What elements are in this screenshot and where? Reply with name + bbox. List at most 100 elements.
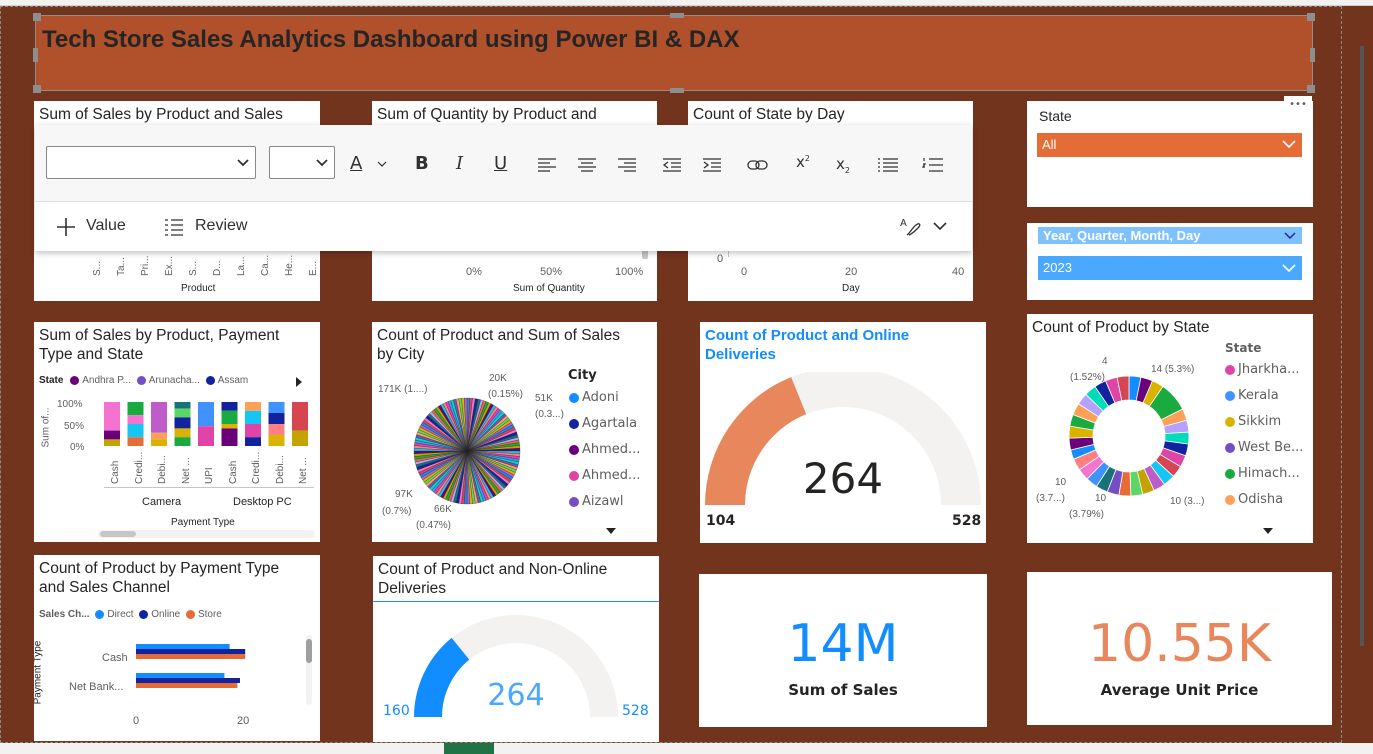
resize-handle[interactable] [670,88,684,93]
legend-scroll-down-icon[interactable] [606,528,616,534]
sales-by-payment-state-chart[interactable]: Sum of Sales by Product, Payment Type and… [34,322,320,542]
column-segment[interactable] [221,424,238,429]
chevron-down-icon[interactable] [377,161,387,167]
review-button[interactable]: Review [195,217,247,235]
align-center-icon[interactable] [577,157,597,173]
legend-dot [569,470,579,481]
column-segment[interactable] [174,417,191,429]
column-segment[interactable] [245,424,261,438]
legend-label: Jharkha... [1238,362,1300,377]
date-hierarchy-header[interactable]: Year, Quarter, Month, Day [1038,227,1302,244]
subscript-icon[interactable]: x2 [836,155,850,175]
bar[interactable] [136,649,246,654]
column-segment[interactable] [245,410,261,424]
column-segment[interactable] [268,402,285,413]
column-segment[interactable] [268,435,285,446]
average-unit-price-card[interactable]: 10.55K Average Unit Price [1027,572,1332,725]
more-options-icon[interactable]: ••• [1284,96,1312,114]
sum-of-sales-card[interactable]: 14M Sum of Sales [699,574,987,727]
state-dropdown[interactable]: All [1037,133,1302,157]
vertical-scrollbar[interactable] [1342,6,1373,743]
superscript-icon[interactable]: x2 [796,153,810,171]
link-icon[interactable] [747,157,769,173]
column-segment[interactable] [151,439,167,446]
horizontal-scrollbar[interactable] [98,530,315,538]
resize-handle[interactable] [1310,48,1315,62]
column-segment[interactable] [127,415,144,424]
spell-check-icon[interactable]: A [899,215,923,239]
column-segment[interactable] [198,426,214,446]
underline-icon[interactable]: U [494,153,507,174]
bar[interactable] [136,654,246,659]
column-segment[interactable] [221,402,238,411]
column-segment[interactable] [174,408,191,418]
pie-plot[interactable] [412,396,522,506]
plus-icon[interactable] [56,217,76,237]
column-segment[interactable] [104,439,120,446]
resize-handle[interactable] [33,85,41,93]
bar[interactable] [136,683,238,688]
column-segment[interactable] [174,428,191,438]
column-segment[interactable] [198,402,214,427]
state-donut-chart[interactable]: Count of Product by State 4 (1.52%) 14 (… [1027,314,1313,543]
legend-next-icon[interactable] [296,377,302,387]
column-segment[interactable] [245,437,261,446]
city-pie-chart[interactable]: Count of Product and Sum of Sales by City… [372,322,657,542]
column-segment[interactable] [174,437,191,446]
state-slicer[interactable]: State All [1027,101,1313,207]
bar[interactable] [136,673,225,678]
column-segment[interactable] [292,430,308,446]
bold-icon[interactable]: B [415,153,429,174]
italic-icon[interactable]: I [456,153,463,174]
align-right-icon[interactable] [617,157,637,173]
resize-handle[interactable] [1307,13,1315,21]
non-online-deliveries-gauge[interactable]: Count of Product and Non-Online Deliverie… [373,556,659,742]
vertical-scrollbar[interactable] [306,635,312,705]
numbered-list-icon[interactable] [922,157,944,173]
date-slicer[interactable]: Year, Quarter, Month, Day 2023 [1027,223,1313,300]
column-segment[interactable] [221,428,238,446]
column-segment[interactable] [292,402,308,431]
column-segment[interactable] [221,410,238,424]
resize-handle[interactable] [670,13,684,18]
align-left-icon[interactable] [537,157,557,173]
column-segment[interactable] [151,432,167,440]
column-segment[interactable] [104,402,120,431]
bullet-list-icon[interactable] [877,157,899,173]
year-dropdown[interactable]: 2023 [1038,256,1302,280]
title-banner[interactable]: Tech Store Sales Analytics Dashboard usi… [33,13,1315,93]
decrease-indent-icon[interactable] [662,157,682,173]
chevron-down-icon[interactable] [933,222,947,231]
column-segment[interactable] [127,402,144,416]
font-size-select[interactable] [269,146,335,179]
payment-channel-bar-chart[interactable]: Count of Product by Payment Type and Sale… [34,555,320,741]
bar[interactable] [136,644,230,649]
bar-plot[interactable] [136,643,256,699]
online-deliveries-gauge[interactable]: Count of Product and Online Deliveries 26… [700,322,986,543]
resize-handle[interactable] [33,13,41,21]
donut-plot[interactable] [1067,374,1191,498]
bar[interactable] [136,678,240,683]
column-segment[interactable] [245,402,261,411]
value-button[interactable]: Value [86,217,126,235]
stacked-column-plot[interactable] [104,402,314,452]
visual-title: Count of State by Day [693,106,845,123]
font-family-select[interactable] [46,146,256,179]
review-list-icon[interactable] [164,218,184,236]
font-color-icon[interactable]: A [350,153,362,174]
resize-handle[interactable] [1307,85,1315,93]
column-segment[interactable] [104,430,120,440]
text-format-toolbar[interactable]: A B I U x2 x2 Value Review A [35,125,972,251]
column-segment[interactable] [127,424,144,438]
column-segment[interactable] [268,424,285,435]
x-tick: 100% [615,266,644,278]
column-segment[interactable] [268,413,285,424]
column-segment[interactable] [174,402,191,409]
scrollbar-thumb[interactable] [1360,46,1364,646]
active-page-tab[interactable] [444,743,494,754]
column-segment[interactable] [151,402,167,433]
resize-handle[interactable] [33,48,38,62]
legend-scroll-down-icon[interactable] [1263,528,1273,534]
increase-indent-icon[interactable] [702,157,722,173]
column-segment[interactable] [127,437,144,446]
